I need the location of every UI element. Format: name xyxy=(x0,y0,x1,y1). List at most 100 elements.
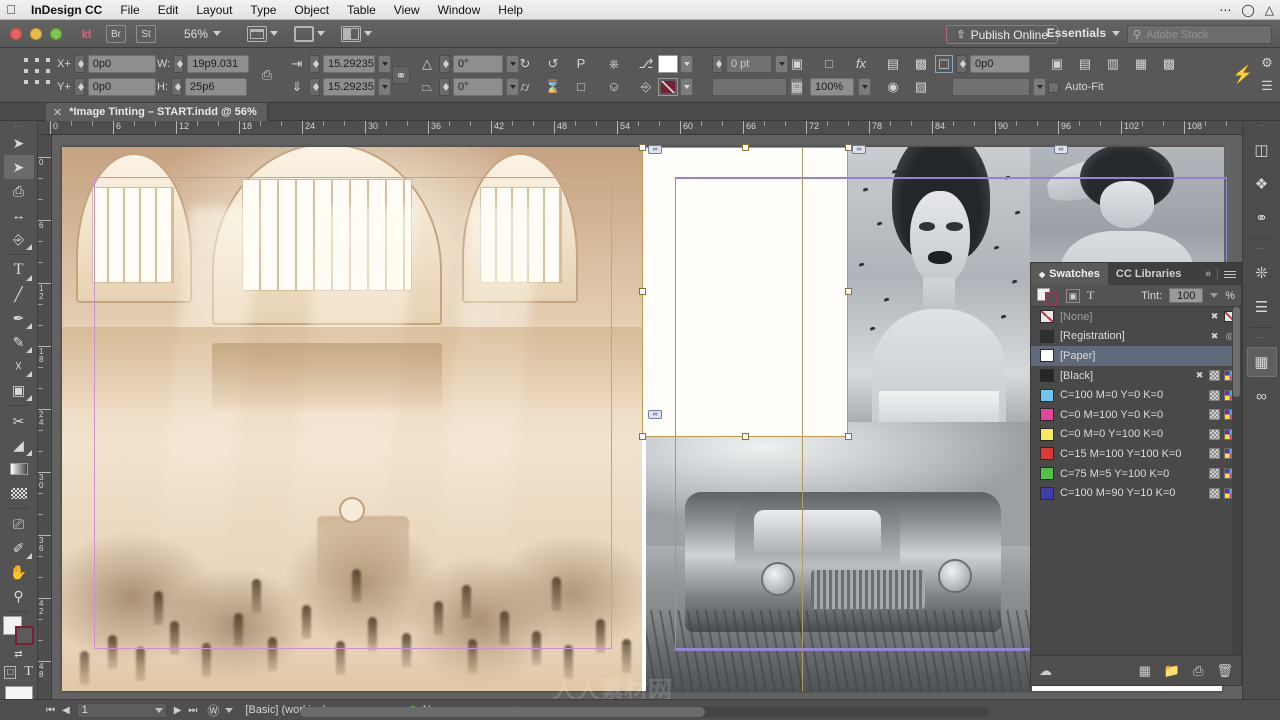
document-tab[interactable]: ✕ *Image Tinting – START.indd @ 56% xyxy=(46,103,268,121)
swatch-row-blue[interactable]: C=100 M=90 Y=10 K=0 xyxy=(1031,483,1241,503)
link-badge-icon[interactable]: ∞ xyxy=(648,410,662,419)
adobe-stock-search[interactable]: ⚲ Adobe Stock xyxy=(1127,25,1272,44)
formatting-affects-container-icon[interactable]: □ xyxy=(4,665,17,679)
y-stepper[interactable] xyxy=(73,78,85,96)
menu-item-layout[interactable]: Layout xyxy=(187,0,241,20)
more-icon[interactable]: ⋯ xyxy=(1219,3,1231,17)
fill-stroke-proxy[interactable] xyxy=(2,616,36,646)
stroke-swatch[interactable] xyxy=(14,626,34,645)
chevron-down-icon[interactable] xyxy=(270,31,279,36)
chevron-double-right-icon[interactable]: » xyxy=(1205,268,1211,280)
fit-frame-to-content-icon[interactable]: ▦ xyxy=(1132,55,1150,73)
tool-selection[interactable]: ➤ xyxy=(4,131,34,155)
menu-item-type[interactable]: Type xyxy=(241,0,285,20)
tint-dropdown-icon[interactable] xyxy=(1210,293,1219,298)
tool-pencil[interactable]: ✎ xyxy=(4,330,34,354)
swatch-row-red[interactable]: C=15 M=100 Y=100 K=0 xyxy=(1031,444,1241,464)
menu-item-object[interactable]: Object xyxy=(285,0,338,20)
tool-free-transform[interactable]: ◢ xyxy=(4,433,34,457)
h-input[interactable]: 25p6 xyxy=(185,78,247,96)
shear-input[interactable]: 0° xyxy=(453,78,503,96)
frame-fitting-icon[interactable]: □ xyxy=(572,78,590,96)
color-panel-icon[interactable]: ❊ xyxy=(1247,258,1277,288)
tint-input[interactable]: 100 xyxy=(1169,288,1204,303)
chevron-down-icon[interactable] xyxy=(225,707,234,713)
menu-item-view[interactable]: View xyxy=(385,0,429,20)
shear-stepper[interactable] xyxy=(439,78,450,96)
tab-cc-libraries[interactable]: CC Libraries xyxy=(1108,263,1189,285)
swatches-panel[interactable]: ◆ Swatches CC Libraries » | ▣ T Tint: 10… xyxy=(1030,262,1242,686)
opacity-dropdown[interactable] xyxy=(858,78,871,96)
dock-grip[interactable]: ⋯ xyxy=(1243,333,1280,343)
corner-options-dropdown[interactable] xyxy=(1033,78,1046,96)
tool-content-collector[interactable]: ⎆ xyxy=(4,227,34,251)
scale-y-dropdown[interactable] xyxy=(378,78,391,96)
tool-pen[interactable]: ✒ xyxy=(4,306,34,330)
swatch-row-registration[interactable]: [Registration] ✖ ◎ xyxy=(1031,327,1241,347)
swatches-panel-icon[interactable]: ▦ xyxy=(1246,347,1277,377)
effects-target-icon[interactable]: ▣ xyxy=(788,55,806,73)
first-page-icon[interactable]: ⏮ xyxy=(46,705,55,716)
link-badge-icon[interactable]: ∞ xyxy=(648,145,662,154)
scale-y-stepper[interactable] xyxy=(309,78,320,96)
fit-content-proportionally-icon[interactable]: ▣ xyxy=(1048,55,1066,73)
auto-fit-checkbox[interactable] xyxy=(1048,81,1059,93)
master-page-icon[interactable]: Ⓦ xyxy=(207,702,219,719)
tool-eyedropper[interactable]: ✐ xyxy=(4,536,34,560)
tool-type[interactable]: T xyxy=(4,258,34,282)
fill-color-swatch[interactable] xyxy=(658,55,678,73)
menu-item-table[interactable]: Table xyxy=(338,0,385,20)
page-number-input[interactable]: 1 xyxy=(76,702,167,718)
scrollbar-thumb[interactable] xyxy=(300,707,705,717)
tool-gap[interactable]: ↔ xyxy=(4,203,34,227)
frame-format-icon[interactable]: ▣ xyxy=(1066,288,1080,303)
opacity-input[interactable]: 100% xyxy=(810,78,854,96)
scale-x-stepper[interactable] xyxy=(309,55,320,73)
menu-item-indesign[interactable]: InDesign CC xyxy=(22,0,111,20)
handle-top-right[interactable] xyxy=(845,144,852,151)
swatch-row-yellow[interactable]: C=0 M=0 Y=100 K=0 xyxy=(1031,425,1241,445)
distribute-left-icon[interactable]: ⎇ xyxy=(637,55,655,73)
toolbox-grip[interactable]: ⋯ xyxy=(0,121,37,131)
handle-bottom-left[interactable] xyxy=(639,433,646,440)
zoom-level-control[interactable]: 56% xyxy=(184,27,222,41)
quick-apply-icon[interactable]: ⚡ xyxy=(1232,66,1253,84)
tool-direct-selection[interactable]: ➤ xyxy=(3,155,34,179)
workspace-switcher[interactable]: Essentials xyxy=(1047,26,1120,40)
tool-hand[interactable]: ✋ xyxy=(4,560,34,584)
stroke-dropdown[interactable] xyxy=(680,78,693,96)
formatting-affects-text-icon[interactable]: T xyxy=(24,664,33,680)
stroke-weight-dropdown[interactable] xyxy=(775,55,788,73)
image-woman-portrait[interactable] xyxy=(848,147,1030,437)
text-wrap-bounding-icon[interactable]: ▩ xyxy=(912,55,930,73)
tool-scissors[interactable]: ✂ xyxy=(4,409,34,433)
menu-item-help[interactable]: Help xyxy=(489,0,532,20)
rotate-ccw-90-icon[interactable]: ↻ xyxy=(516,55,534,73)
constrain-proportions-wh-icon[interactable]: ⎙ xyxy=(258,66,276,84)
swatch-row-none[interactable]: [None] ✖ xyxy=(1031,307,1241,327)
stroke-style-input[interactable] xyxy=(712,78,787,96)
control-panel-menu-icon[interactable]: ☰ xyxy=(1258,77,1276,95)
handle-bottom-right[interactable] xyxy=(845,433,852,440)
tool-rectangle[interactable]: ▣ xyxy=(4,378,34,402)
chevron-down-icon[interactable] xyxy=(154,707,163,713)
corner-options-input[interactable] xyxy=(952,78,1030,96)
horizontal-scrollbar[interactable] xyxy=(300,707,990,717)
new-group-icon[interactable]: 📁 xyxy=(1164,663,1180,679)
tool-page[interactable]: ⎙ xyxy=(4,179,34,203)
gap-stepper[interactable] xyxy=(956,55,967,73)
publish-online-button[interactable]: ⇧ Publish Online xyxy=(946,25,1058,44)
w-input[interactable]: 19p9.031 xyxy=(187,55,250,73)
tool-note[interactable]: ⎚ xyxy=(4,512,34,536)
master-page-control[interactable]: Ⓦ xyxy=(207,702,234,719)
rotate-stepper[interactable] xyxy=(439,55,450,73)
menu-item-edit[interactable]: Edit xyxy=(149,0,188,20)
default-fill-stroke-button[interactable]: ⇄ xyxy=(4,646,34,662)
menu-item-file[interactable]: File xyxy=(111,0,148,20)
constrain-scale-icon[interactable]: ⚭ xyxy=(392,66,410,84)
chevron-down-icon[interactable] xyxy=(364,31,373,36)
view-options-button[interactable] xyxy=(294,25,326,42)
h-stepper[interactable] xyxy=(171,78,182,96)
tool-gradient-feather[interactable] xyxy=(4,481,34,505)
text-wrap-none-icon[interactable]: ▤ xyxy=(884,55,902,73)
